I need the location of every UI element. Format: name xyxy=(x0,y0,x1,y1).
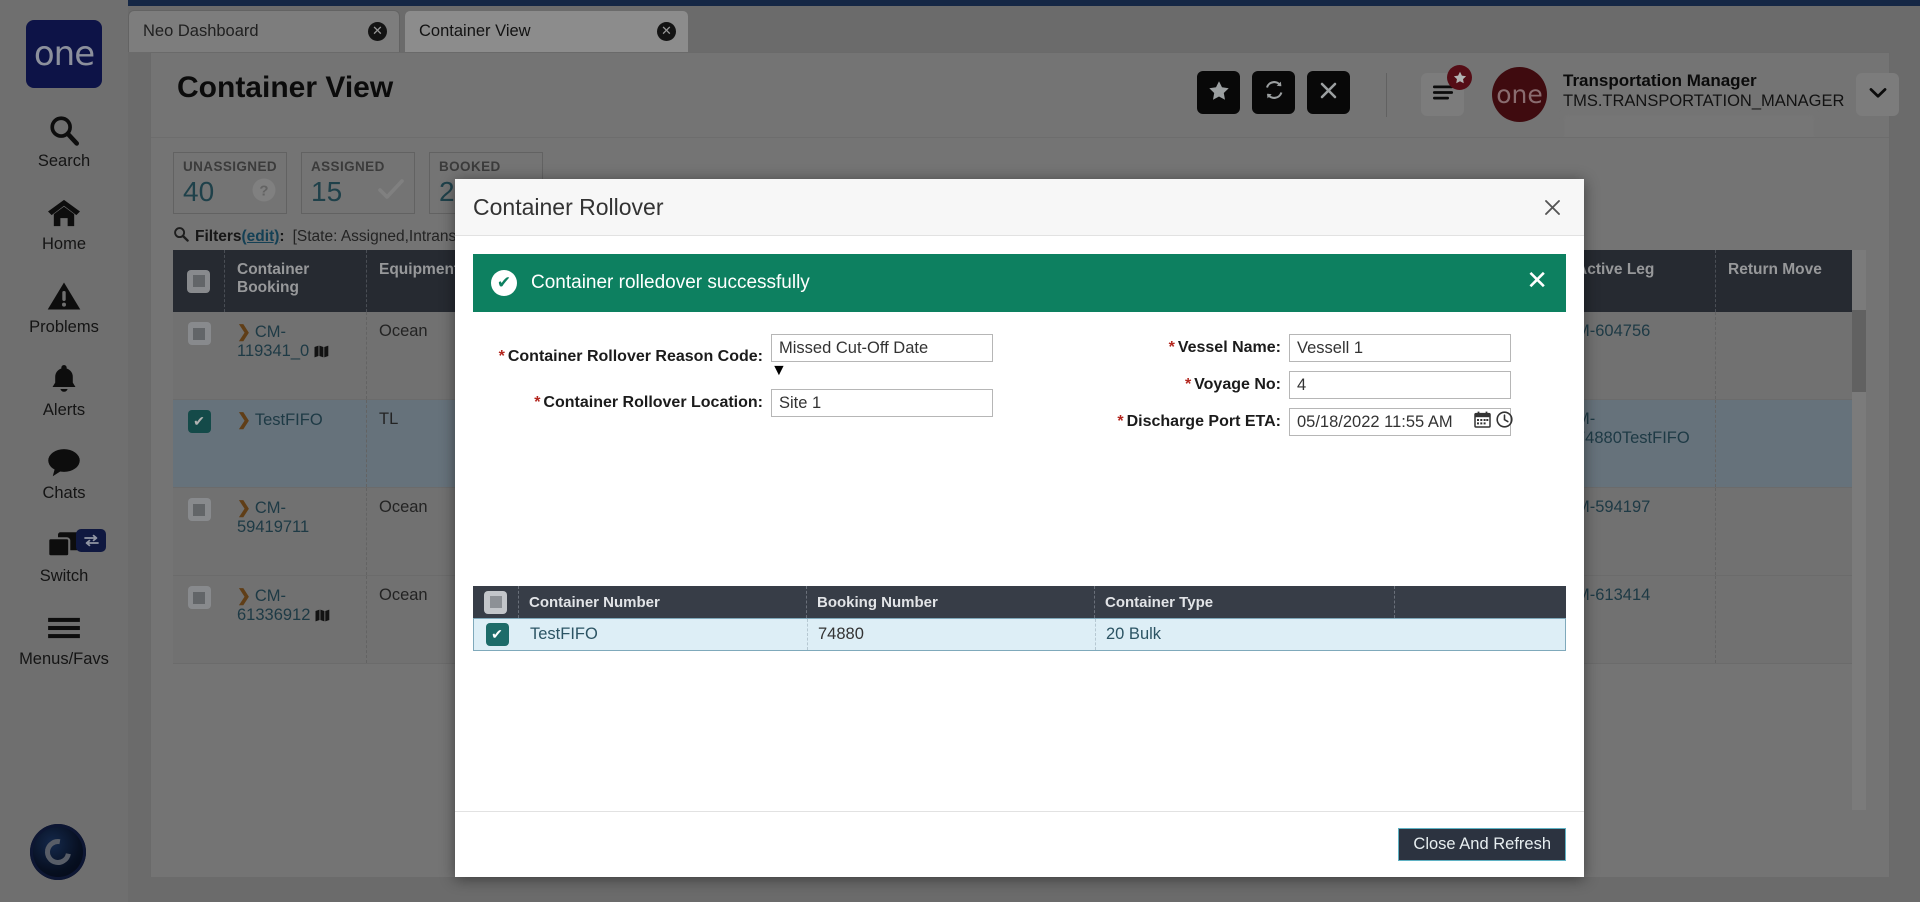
label-text: Container Rollover Reason Code xyxy=(507,348,758,365)
field-discharge-port-eta: * Discharge Port ETA: 05/18/2022 11:55 AM xyxy=(1091,408,1513,436)
modal-header: Container Rollover xyxy=(455,179,1584,236)
alert-dismiss-button[interactable]: ✕ xyxy=(1526,268,1548,294)
cell-booking-number: 74880 xyxy=(808,619,1096,650)
col-container-type[interactable]: Container Type xyxy=(1095,586,1395,618)
rollover-location-input[interactable]: Site 1 xyxy=(771,389,993,417)
reason-code-select[interactable]: Missed Cut-Off Date xyxy=(771,334,993,362)
select-all-checkbox[interactable] xyxy=(473,586,519,618)
label-text: Discharge Port ETA xyxy=(1126,413,1276,430)
calendar-icon[interactable] xyxy=(1474,411,1491,433)
field-label: * Voyage No: xyxy=(1184,376,1281,393)
col-booking-number[interactable]: Booking Number xyxy=(807,586,1095,618)
modal-body: ✔ Container rolledover successfully ✕ * C… xyxy=(455,236,1584,811)
form-column-left: * Container Rollover Reason Code: Missed … xyxy=(473,334,993,436)
vessel-name-input[interactable]: Vessell 1 xyxy=(1289,334,1511,362)
chevron-down-icon[interactable]: ▼ xyxy=(771,362,787,379)
required-marker: * xyxy=(1117,413,1124,430)
label-text: Voyage No xyxy=(1194,376,1276,393)
field-container-rollover-reason-code: * Container Rollover Reason Code: Missed … xyxy=(473,334,993,380)
clock-icon[interactable] xyxy=(1496,411,1513,433)
success-alert: ✔ Container rolledover successfully ✕ xyxy=(473,254,1566,312)
col-container-number[interactable]: Container Number xyxy=(519,586,807,618)
modal-close-button[interactable] xyxy=(1538,193,1566,221)
table-row[interactable]: ✔ TestFIFO 74880 20 Bulk xyxy=(473,618,1566,651)
required-marker: * xyxy=(1184,376,1192,393)
field-label: * Container Rollover Reason Code: xyxy=(498,348,763,365)
close-and-refresh-button[interactable]: Close And Refresh xyxy=(1398,828,1566,861)
table-header-row: Container Number Booking Number Containe… xyxy=(473,586,1566,618)
label-text: Vessel Name xyxy=(1177,339,1276,356)
cell-container-type[interactable]: 20 Bulk xyxy=(1096,619,1396,650)
modal-title: Container Rollover xyxy=(473,193,664,220)
alert-message: Container rolledover successfully xyxy=(531,272,810,293)
check-circle-icon: ✔ xyxy=(491,270,517,296)
field-label: * Container Rollover Location: xyxy=(534,394,763,411)
field-voyage-no: * Voyage No: 4 xyxy=(1091,371,1511,399)
field-vessel-name: * Vessel Name: Vessell 1 xyxy=(1091,334,1511,362)
form-column-right: * Vessel Name: Vessell 1 * Voyage No: 4 * D… xyxy=(1091,334,1513,436)
required-marker: * xyxy=(534,394,541,411)
container-rollover-modal: Container Rollover ✔ Container rolledove… xyxy=(455,179,1584,877)
field-container-rollover-location: * Container Rollover Location: Site 1 xyxy=(473,389,993,417)
cell-container-number[interactable]: TestFIFO xyxy=(520,619,808,650)
modal-footer: Close And Refresh xyxy=(455,811,1584,877)
field-label: * Discharge Port ETA: xyxy=(1117,413,1281,430)
required-marker: * xyxy=(498,348,505,365)
label-text: Container Rollover Location xyxy=(543,394,758,411)
field-label: * Vessel Name: xyxy=(1168,339,1281,356)
rollover-container-table: Container Number Booking Number Containe… xyxy=(473,586,1566,651)
voyage-no-input[interactable]: 4 xyxy=(1289,371,1511,399)
rollover-form: * Container Rollover Reason Code: Missed … xyxy=(473,334,1566,436)
row-checkbox[interactable]: ✔ xyxy=(474,619,520,650)
required-marker: * xyxy=(1168,339,1175,356)
col-spacer xyxy=(1395,586,1564,618)
